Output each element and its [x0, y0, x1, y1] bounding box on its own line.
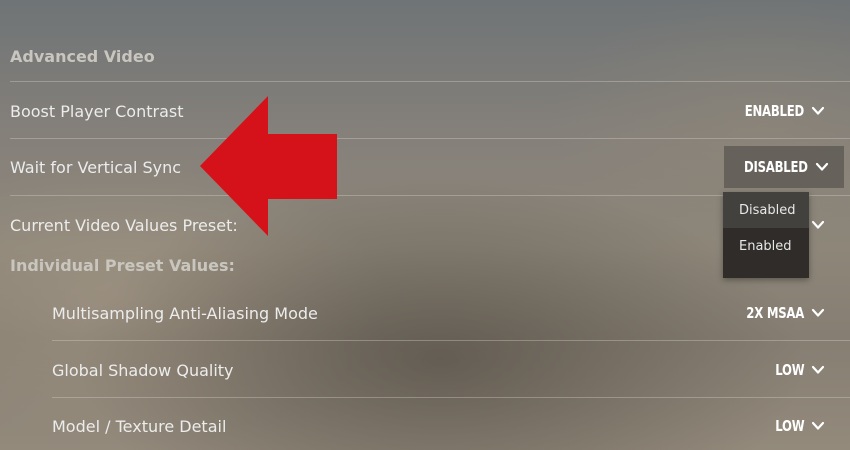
preset-subheader: Individual Preset Values:: [10, 256, 235, 275]
setting-value: LOW: [774, 417, 804, 435]
dropdown-option-enabled[interactable]: Enabled: [723, 228, 809, 264]
boost-player-contrast-dropdown[interactable]: ENABLED: [716, 90, 834, 132]
setting-row-boost-player-contrast: Boost Player Contrast ENABLED: [0, 90, 850, 132]
setting-value: 2X MSAA: [746, 304, 804, 322]
setting-value: ENABLED: [744, 102, 805, 120]
divider: [10, 81, 850, 82]
divider: [10, 138, 850, 139]
setting-row-texture-detail: Model / Texture Detail LOW: [0, 405, 850, 447]
chevron-down-icon: [814, 159, 830, 175]
section-title: Advanced Video: [10, 47, 155, 66]
msaa-dropdown[interactable]: 2X MSAA: [718, 292, 834, 334]
chevron-down-icon: [810, 362, 826, 378]
setting-label: Wait for Vertical Sync: [10, 157, 182, 177]
setting-row-shadow-quality: Global Shadow Quality LOW: [0, 349, 850, 391]
setting-label: Global Shadow Quality: [52, 360, 234, 380]
vertical-sync-options-menu: Disabled Enabled: [723, 192, 809, 278]
setting-label: Multisampling Anti-Aliasing Mode: [52, 303, 318, 323]
setting-label: Model / Texture Detail: [52, 416, 227, 436]
chevron-down-icon: [810, 418, 826, 434]
setting-row-msaa: Multisampling Anti-Aliasing Mode 2X MSAA: [0, 292, 850, 334]
divider: [52, 340, 850, 341]
chevron-down-icon: [810, 217, 826, 233]
chevron-down-icon: [810, 103, 826, 119]
red-arrow-icon: [200, 96, 340, 236]
setting-value: LOW: [774, 361, 804, 379]
setting-value: DISABLED: [744, 158, 808, 176]
setting-row-vertical-sync: Wait for Vertical Sync DISABLED: [0, 146, 850, 188]
dropdown-option-disabled[interactable]: Disabled: [723, 192, 809, 228]
setting-label: Boost Player Contrast: [10, 101, 184, 121]
divider: [52, 397, 850, 398]
chevron-down-icon: [810, 305, 826, 321]
advanced-video-panel: Advanced Video Boost Player Contrast ENA…: [0, 0, 850, 450]
texture-detail-dropdown[interactable]: LOW: [755, 405, 834, 447]
vertical-sync-dropdown[interactable]: DISABLED: [724, 146, 844, 188]
shadow-quality-dropdown[interactable]: LOW: [755, 349, 834, 391]
